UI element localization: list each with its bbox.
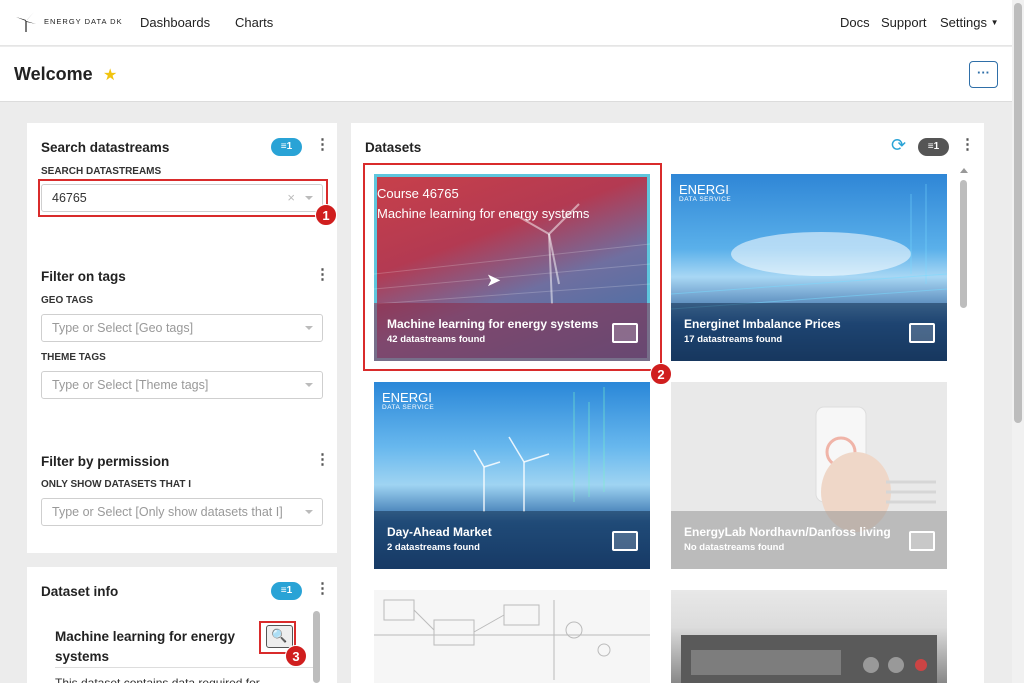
tile-title: Energinet Imbalance Prices (684, 317, 841, 331)
permission-select[interactable]: Type or Select [Only show datasets that … (41, 498, 323, 526)
dataset-tile-multimeter[interactable] (671, 590, 947, 683)
permission-placeholder: Type or Select [Only show datasets that … (52, 505, 283, 519)
tile-count: 2 datastreams found (387, 542, 480, 553)
active-filter-badge[interactable]: ≡1 (271, 582, 302, 600)
active-filter-badge[interactable]: ≡1 (271, 138, 302, 156)
kebab-menu-icon[interactable]: ⋮ (315, 267, 330, 282)
caret-down-icon: ▼ (990, 18, 999, 27)
settings-label: Settings (940, 15, 987, 30)
electrical-schematic-image (374, 599, 650, 680)
active-filter-badge[interactable]: ≡1 (918, 138, 949, 156)
theme-tags-label: THEME TAGS (41, 352, 106, 363)
highlight-box-search (38, 179, 328, 217)
window-scroll-thumb[interactable] (1014, 3, 1022, 423)
search-panel-title: Search datastreams (41, 140, 170, 155)
nav-docs[interactable]: Docs (840, 15, 870, 30)
chevron-down-icon[interactable] (305, 383, 313, 387)
theme-tags-select[interactable]: Type or Select [Theme tags] (41, 371, 323, 399)
kebab-menu-icon[interactable]: ⋮ (315, 581, 330, 596)
permission-panel-title: Filter by permission (41, 454, 170, 469)
tile-title: EnergyLab Nordhavn/Danfoss living (684, 525, 891, 539)
favorite-star-icon[interactable]: ★ (103, 65, 117, 85)
geo-tags-select[interactable]: Type or Select [Geo tags] (41, 314, 323, 342)
dataset-info-title: Machine learning for energy systems (55, 629, 236, 664)
window-scrollbar[interactable] (1012, 0, 1024, 683)
nav-charts[interactable]: Charts (235, 15, 273, 30)
dataset-tile-schematic[interactable] (374, 590, 650, 683)
step-marker-3: 3 (285, 645, 307, 667)
dataset-tile-dayahead[interactable]: ENERGI DATA SERVICE Day-Ahead Market 2 da… (374, 382, 650, 569)
refresh-icon[interactable]: ⟳ (891, 135, 906, 156)
theme-tags-placeholder: Type or Select [Theme tags] (52, 378, 209, 392)
kebab-menu-icon[interactable]: ⋮ (960, 137, 975, 152)
geo-tags-label: GEO TAGS (41, 295, 94, 306)
geo-tags-placeholder: Type or Select [Geo tags] (52, 321, 194, 335)
tile-footer (671, 303, 947, 361)
datasets-panel-title: Datasets (365, 140, 422, 155)
page-title: Welcome (14, 64, 93, 84)
dataset-tile-energylab[interactable]: EnergyLab Nordhavn/Danfoss living No dat… (671, 382, 947, 569)
tile-title: Day-Ahead Market (387, 525, 492, 539)
search-field-label: SEARCH DATASTREAMS (41, 166, 162, 177)
more-options-button[interactable]: ··· (969, 61, 998, 88)
kebab-menu-icon[interactable]: ⋮ (315, 452, 330, 467)
permission-field-label: ONLY SHOW DATASETS THAT I (41, 479, 192, 490)
wind-turbine-logo-icon[interactable] (14, 11, 38, 33)
scroll-thumb[interactable] (960, 180, 967, 308)
chevron-down-icon[interactable] (305, 326, 313, 330)
tile-count: 17 datastreams found (684, 334, 783, 345)
energi-logo: ENERGI DATA SERVICE (679, 182, 732, 203)
scroll-up-arrow-icon[interactable] (960, 168, 968, 173)
highlight-box-tile (363, 163, 662, 371)
dataset-tile-imbalance[interactable]: ENERGI DATA SERVICE Energinet Imbalance P… (671, 174, 947, 361)
step-marker-1: 1 (315, 204, 337, 226)
tile-footer (671, 511, 947, 569)
nav-dashboards[interactable]: Dashboards (140, 15, 210, 30)
multimeter-image (681, 635, 937, 683)
page-header: Welcome ★ ··· (0, 47, 1012, 102)
chevron-down-icon[interactable] (305, 510, 313, 514)
search-icon[interactable] (909, 323, 935, 343)
tile-footer (374, 511, 650, 569)
info-panel-title: Dataset info (41, 584, 119, 599)
dataset-info-description: This dataset contains data required for (55, 667, 315, 683)
kebab-menu-icon[interactable]: ⋮ (315, 137, 330, 152)
nav-settings[interactable]: Settings ▼ (940, 15, 999, 30)
info-scrollbar[interactable] (313, 611, 320, 683)
tile-count: No datastreams found (684, 542, 785, 553)
energi-logo: ENERGI DATA SERVICE (382, 390, 435, 411)
tags-panel-title: Filter on tags (41, 269, 126, 284)
nav-support[interactable]: Support (881, 15, 927, 30)
brand-name[interactable]: ENERGY DATA DK (44, 17, 123, 26)
step-marker-2: 2 (650, 363, 672, 385)
top-navbar: ENERGY DATA DK Dashboards Charts Docs Su… (0, 0, 1012, 46)
datasets-scrollbar[interactable] (959, 168, 969, 683)
search-icon[interactable] (909, 531, 935, 551)
search-icon[interactable] (612, 531, 638, 551)
